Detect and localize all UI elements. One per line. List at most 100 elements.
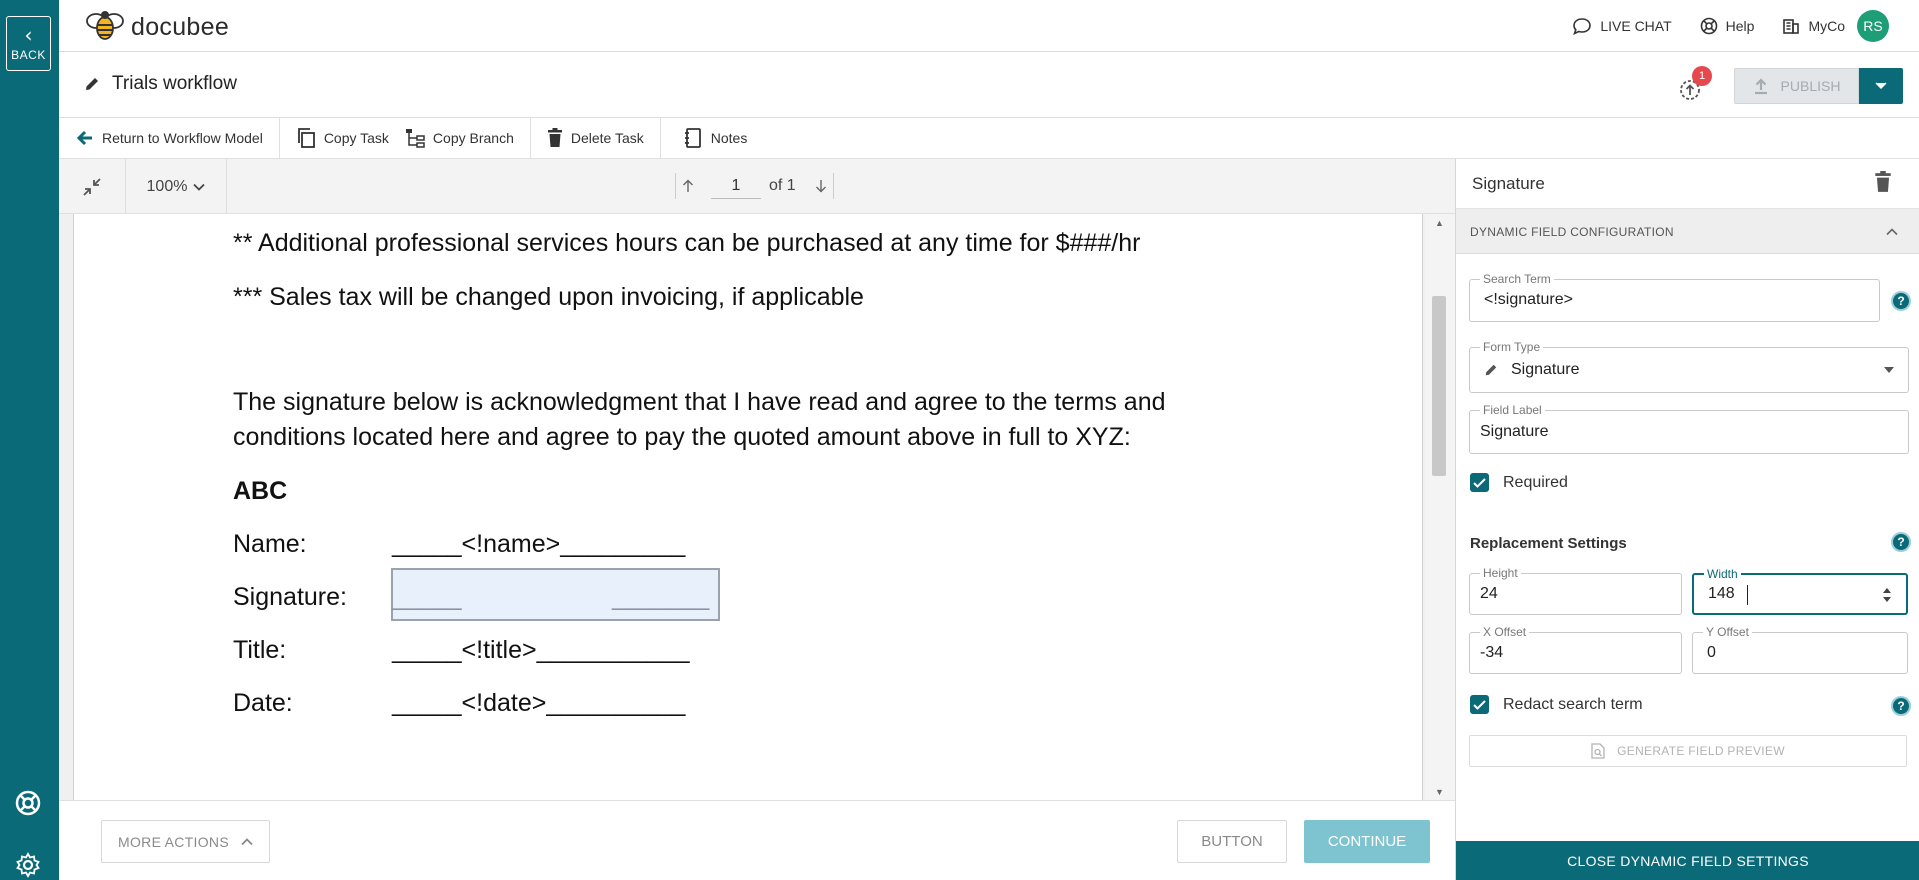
- org-link[interactable]: MyCo: [1782, 17, 1845, 35]
- continue-button[interactable]: CONTINUE: [1304, 820, 1430, 863]
- pencil-icon: [86, 78, 98, 90]
- document-page: ** Additional professional services hour…: [73, 214, 1423, 800]
- publish-label: PUBLISH: [1780, 78, 1841, 94]
- back-label: BACK: [11, 47, 46, 62]
- toolbar-divider: [659, 117, 661, 159]
- chevron-up-icon[interactable]: [1886, 223, 1898, 241]
- workflow-title-text: Trials workflow: [112, 73, 237, 94]
- user-avatar[interactable]: RS: [1857, 10, 1889, 42]
- doc-title-label: Title:: [233, 636, 287, 664]
- field-label-value: Signature: [1480, 423, 1549, 440]
- x-offset-label: X Offset: [1480, 625, 1530, 639]
- back-button[interactable]: ‹ BACK: [6, 16, 51, 71]
- copy-branch-button[interactable]: Copy Branch: [397, 118, 522, 159]
- field-label-input[interactable]: Field Label Signature: [1469, 403, 1909, 454]
- width-value: 148: [1708, 585, 1735, 602]
- y-offset-label: Y Offset: [1703, 625, 1752, 639]
- live-chat-link[interactable]: LIVE CHAT: [1572, 17, 1672, 35]
- chevron-down-icon: [1884, 367, 1894, 373]
- form-type-select[interactable]: Form Type Signature: [1469, 340, 1909, 393]
- building-icon: [1783, 19, 1800, 34]
- generate-field-preview-button[interactable]: GENERATE FIELD PREVIEW: [1469, 735, 1907, 767]
- x-offset-input[interactable]: X Offset -34: [1469, 625, 1682, 674]
- doc-line-sales-tax: *** Sales tax will be changed upon invoi…: [233, 283, 864, 311]
- document-scrollbar[interactable]: ▲ ▼: [1425, 214, 1455, 800]
- generate-preview-label: GENERATE FIELD PREVIEW: [1617, 744, 1785, 758]
- pencil-icon: [1485, 364, 1497, 376]
- height-value: 24: [1480, 585, 1498, 602]
- bee-logo-icon: [85, 8, 125, 47]
- delete-task-label: Delete Task: [570, 130, 644, 146]
- delete-field-icon[interactable]: [1874, 171, 1892, 198]
- publish-button[interactable]: PUBLISH: [1734, 68, 1859, 104]
- workflow-titlebar: Trials workflow 1 PUBLISH: [59, 52, 1919, 118]
- more-actions-button[interactable]: MORE ACTIONS: [101, 820, 270, 863]
- page-number-input[interactable]: [711, 173, 761, 199]
- document-area: ** Additional professional services hour…: [59, 214, 1455, 800]
- height-input[interactable]: Height 24: [1469, 566, 1682, 615]
- bottom-action-bar: MORE ACTIONS BUTTON CONTINUE: [59, 800, 1455, 880]
- notes-label: Notes: [710, 130, 748, 146]
- collapse-viewer-button[interactable]: [59, 159, 126, 214]
- copy-task-button[interactable]: Copy Task: [288, 118, 397, 159]
- trash-icon: [547, 128, 562, 147]
- settings-gear-icon[interactable]: [13, 850, 43, 880]
- required-checkbox-row[interactable]: Required: [1470, 473, 1568, 492]
- workflow-title[interactable]: Trials workflow: [84, 73, 237, 95]
- secondary-button[interactable]: BUTTON: [1177, 820, 1287, 863]
- x-offset-value: -34: [1480, 644, 1504, 661]
- redact-checkbox-row[interactable]: Redact search term: [1470, 695, 1643, 714]
- chevron-down-icon: [1875, 82, 1887, 90]
- brand-logo[interactable]: docubee: [85, 8, 229, 47]
- arrow-down-icon: [816, 180, 827, 193]
- checkbox-check-icon[interactable]: [1470, 695, 1489, 714]
- zoom-select[interactable]: 100%: [126, 159, 227, 214]
- help-icon[interactable]: ?: [1891, 696, 1911, 716]
- delete-task-button[interactable]: Delete Task: [539, 118, 652, 159]
- doc-paragraph-line1: The signature below is acknowledgment th…: [233, 388, 1166, 416]
- form-type-label: Form Type: [1480, 340, 1544, 354]
- org-label: MyCo: [1808, 18, 1845, 34]
- help-link[interactable]: Help: [1700, 17, 1754, 35]
- y-offset-input[interactable]: Y Offset 0: [1692, 625, 1908, 674]
- panel-title: Signature: [1472, 174, 1545, 193]
- notification-badge: 1: [1692, 66, 1712, 86]
- page-navigator: of 1: [675, 173, 834, 199]
- upload-icon: [1754, 78, 1767, 95]
- checkbox-check-icon[interactable]: [1470, 473, 1489, 492]
- doc-title-value: _____<!title>___________: [392, 636, 690, 664]
- chevron-up-icon: [241, 837, 253, 845]
- sync-upload-icon[interactable]: 1: [1676, 66, 1712, 102]
- width-input[interactable]: Width 148: [1692, 567, 1908, 615]
- search-term-value: <!signature>: [1484, 291, 1573, 308]
- scroll-down-icon[interactable]: ▼: [1435, 787, 1444, 797]
- search-term-field[interactable]: Search Term <!signature>: [1469, 272, 1880, 322]
- left-rail: ‹ BACK: [0, 0, 59, 880]
- doc-paragraph-line2: conditions located here and agree to pay…: [233, 423, 1131, 451]
- form-type-value: Signature: [1511, 361, 1580, 378]
- text-cursor: [1747, 585, 1748, 605]
- help-globe-icon: [1700, 17, 1717, 35]
- scroll-up-icon[interactable]: ▲: [1435, 218, 1444, 228]
- copy-task-label: Copy Task: [323, 130, 389, 146]
- return-to-model-button[interactable]: Return to Workflow Model: [59, 118, 271, 159]
- previous-page-button[interactable]: [675, 173, 699, 199]
- notebook-icon: [684, 128, 701, 148]
- close-dynamic-field-settings-button[interactable]: CLOSE DYNAMIC FIELD SETTINGS: [1456, 841, 1919, 880]
- help-icon[interactable]: ?: [1891, 291, 1911, 311]
- publish-dropdown-button[interactable]: [1859, 68, 1903, 104]
- help-icon[interactable]: ?: [1891, 532, 1911, 552]
- document-search-icon: [1591, 743, 1605, 759]
- arrow-left-icon: [76, 130, 92, 146]
- doc-signature-left: _____: [392, 583, 462, 611]
- notes-button[interactable]: Notes: [669, 118, 756, 159]
- chevron-down-icon: [193, 183, 206, 191]
- search-term-label: Search Term: [1480, 272, 1554, 286]
- number-spinner-icon[interactable]: [1882, 586, 1892, 604]
- scrollbar-thumb[interactable]: [1432, 296, 1446, 476]
- support-lifebuoy-icon[interactable]: [13, 788, 43, 818]
- next-page-button[interactable]: [810, 173, 834, 199]
- top-header: docubee LIVE CHAT Help MyCo RS: [59, 0, 1919, 52]
- dynamic-field-config-section[interactable]: DYNAMIC FIELD CONFIGURATION: [1456, 209, 1919, 254]
- doc-company: ABC: [233, 477, 288, 505]
